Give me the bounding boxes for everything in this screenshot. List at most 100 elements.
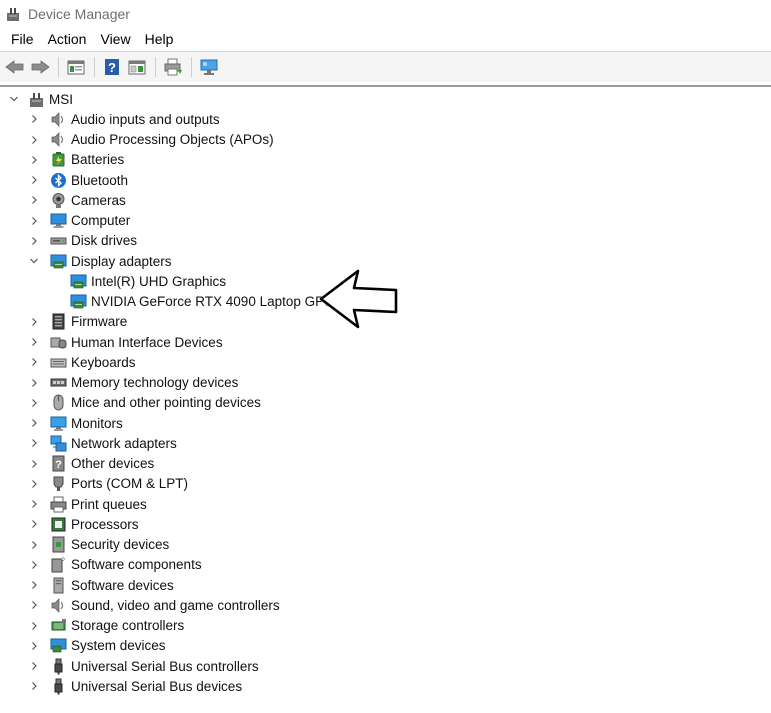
tree-item-batteries[interactable]: Batteries [28, 150, 124, 170]
monitor-scan-icon[interactable] [197, 55, 221, 79]
chevron-right-icon[interactable] [28, 535, 40, 555]
tree-item-universal-serial-bus-devices[interactable]: Universal Serial Bus devices [28, 676, 242, 696]
tree-item-processors[interactable]: Processors [28, 514, 139, 534]
disk-drive-icon [50, 232, 67, 249]
tree-item-display-adapters[interactable]: Display adapters [28, 251, 172, 271]
chevron-right-icon[interactable] [28, 676, 40, 696]
chevron-right-icon[interactable] [28, 211, 40, 231]
tree-item-label: Universal Serial Bus controllers [71, 658, 259, 674]
device-tree[interactable]: MSI Audio inputs and outputs Audio Process… [0, 85, 771, 713]
chevron-right-icon[interactable] [28, 150, 40, 170]
menu-action[interactable]: Action [41, 31, 94, 47]
tree-item-firmware[interactable]: Firmware [28, 312, 127, 332]
toolbar-separator [155, 57, 156, 77]
chevron-right-icon[interactable] [28, 616, 40, 636]
chevron-right-icon[interactable] [28, 555, 40, 575]
tree-item-label: System devices [71, 638, 166, 654]
tree-item-audio-processing-objects-apos[interactable]: Audio Processing Objects (APOs) [28, 130, 274, 150]
tree-item-label: Audio inputs and outputs [71, 111, 220, 127]
chevron-right-icon[interactable] [28, 312, 40, 332]
usb-icon [50, 658, 67, 675]
console-view-icon[interactable] [125, 55, 149, 79]
tree-root-msi[interactable]: MSI [8, 89, 73, 109]
tree-item-computer[interactable]: Computer [28, 211, 130, 231]
title-bar: Device Manager [0, 0, 771, 28]
chevron-right-icon[interactable] [28, 656, 40, 676]
mouse-icon [50, 394, 67, 411]
chevron-right-icon[interactable] [28, 393, 40, 413]
chevron-right-icon[interactable] [28, 352, 40, 372]
tree-item-audio-inputs-and-outputs[interactable]: Audio inputs and outputs [28, 109, 220, 129]
chevron-right-icon[interactable] [28, 474, 40, 494]
speaker-icon [50, 111, 67, 128]
tree-item-cameras[interactable]: Cameras [28, 190, 126, 210]
tree-item-ports-com-lpt[interactable]: Ports (COM & LPT) [28, 474, 188, 494]
other-device-icon: ? [50, 455, 67, 472]
tree-item-security-devices[interactable]: Security devices [28, 535, 169, 555]
tree-item-human-interface-devices[interactable]: Human Interface Devices [28, 332, 223, 352]
tree-child-intel-r-uhd-graphics[interactable]: Intel(R) UHD Graphics [70, 271, 226, 291]
network-icon [50, 435, 67, 452]
tree-item-software-devices[interactable]: Software devices [28, 575, 174, 595]
help-icon[interactable]: ? [100, 55, 124, 79]
chevron-right-icon[interactable] [28, 433, 40, 453]
chevron-right-icon[interactable] [28, 595, 40, 615]
display-adapter-icon [70, 273, 87, 290]
tree-item-label: Software devices [71, 577, 174, 593]
back-arrow-icon[interactable] [3, 55, 27, 79]
tree-item-memory-technology-devices[interactable]: Memory technology devices [28, 373, 238, 393]
tree-child-nvidia-geforce-rtx-4090-laptop-gpu[interactable]: NVIDIA GeForce RTX 4090 Laptop GPU [70, 292, 334, 312]
tree-item-label: Computer [71, 213, 131, 228]
tree-item-other-devices[interactable]: ? Other devices [28, 454, 154, 474]
computer-tower-icon [28, 91, 45, 108]
chevron-right-icon[interactable] [28, 454, 40, 474]
tree-item-label: Network adapters [71, 435, 177, 451]
camera-icon [50, 192, 67, 209]
tree-item-storage-controllers[interactable]: Storage controllers [28, 616, 184, 636]
toolbar-separator [191, 57, 192, 77]
chevron-right-icon[interactable] [28, 575, 40, 595]
monitor-icon [50, 415, 67, 432]
tree-item-universal-serial-bus-controllers[interactable]: Universal Serial Bus controllers [28, 656, 259, 676]
tree-item-mice-and-other-pointing-devices[interactable]: Mice and other pointing devices [28, 393, 261, 413]
menu-view[interactable]: View [93, 31, 137, 47]
tree-item-label: Software components [71, 557, 202, 573]
chevron-right-icon[interactable] [28, 373, 40, 393]
chevron-right-icon[interactable] [28, 413, 40, 433]
display-adapter-icon [70, 293, 87, 310]
chevron-right-icon[interactable] [28, 514, 40, 534]
svg-text:?: ? [108, 60, 116, 75]
tree-item-software-components[interactable]: Software components [28, 555, 202, 575]
tree-item-sound-video-and-game-controllers[interactable]: Sound, video and game controllers [28, 595, 280, 615]
software-component-icon [50, 556, 67, 573]
tree-item-disk-drives[interactable]: Disk drives [28, 231, 137, 251]
tree-item-label: Mice and other pointing devices [71, 395, 261, 411]
chevron-down-icon[interactable] [28, 251, 40, 271]
printer-icon [50, 496, 67, 513]
chevron-right-icon[interactable] [28, 231, 40, 251]
menu-file[interactable]: File [4, 31, 41, 47]
security-icon [50, 536, 67, 553]
properties-pane-icon[interactable] [64, 55, 88, 79]
usb-icon [50, 678, 67, 695]
forward-arrow-icon[interactable] [28, 55, 52, 79]
tree-item-keyboards[interactable]: Keyboards [28, 352, 136, 372]
chevron-right-icon[interactable] [28, 190, 40, 210]
toolbar-separator [94, 57, 95, 77]
tree-item-network-adapters[interactable]: Network adapters [28, 433, 177, 453]
chevron-right-icon[interactable] [28, 494, 40, 514]
chevron-right-icon[interactable] [28, 130, 40, 150]
tree-item-bluetooth[interactable]: Bluetooth [28, 170, 128, 190]
chevron-right-icon[interactable] [28, 636, 40, 656]
svg-text:?: ? [55, 459, 62, 471]
tree-item-system-devices[interactable]: System devices [28, 636, 166, 656]
window-title: Device Manager [28, 6, 130, 22]
chevron-down-icon[interactable] [8, 89, 20, 109]
chevron-right-icon[interactable] [28, 109, 40, 129]
menu-help[interactable]: Help [138, 31, 181, 47]
tree-item-monitors[interactable]: Monitors [28, 413, 123, 433]
chevron-right-icon[interactable] [28, 170, 40, 190]
chevron-right-icon[interactable] [28, 332, 40, 352]
print-icon[interactable] [161, 55, 185, 79]
tree-item-print-queues[interactable]: Print queues [28, 494, 147, 514]
